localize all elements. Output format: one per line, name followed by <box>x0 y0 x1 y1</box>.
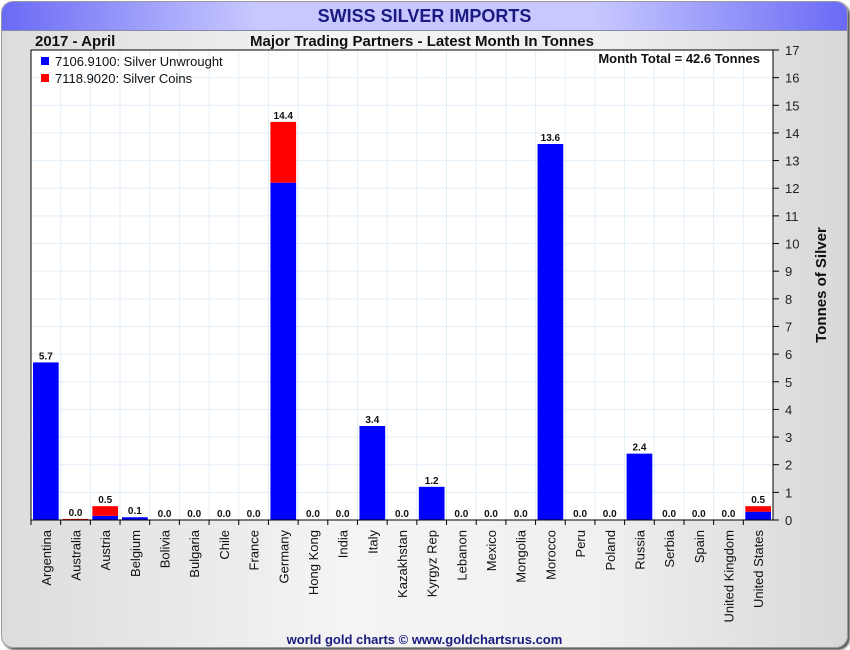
legend-swatch <box>41 74 49 82</box>
data-label: 0.0 <box>306 509 320 520</box>
x-tick-label: Spain <box>692 530 707 563</box>
x-tick-label: Hong Kong <box>306 530 321 595</box>
y-tick-label: 11 <box>785 209 799 224</box>
month-total-annotation: Month Total = 42.6 Tonnes <box>598 51 760 66</box>
data-label: 0.0 <box>217 509 231 520</box>
data-label: 0.0 <box>454 509 468 520</box>
data-label: 0.5 <box>751 495 765 506</box>
x-tick-label: Belgium <box>128 530 143 577</box>
x-tick-label: Mongolia <box>514 529 529 583</box>
y-tick-label: 7 <box>785 319 792 334</box>
data-label: 0.0 <box>662 509 676 520</box>
y-tick-label: 0 <box>785 513 792 528</box>
x-tick-label: Italy <box>365 530 380 554</box>
y-tick-label: 10 <box>785 237 799 252</box>
x-tick-label: Bulgaria <box>187 529 202 577</box>
y-tick-label: 13 <box>785 154 799 169</box>
y-tick-label: 16 <box>785 71 799 86</box>
bar-coins <box>745 506 771 512</box>
bar-unwrought <box>418 486 445 520</box>
x-tick-label: Kazakhstan <box>395 530 410 598</box>
y-tick-label: 2 <box>785 458 792 473</box>
data-label: 0.0 <box>603 509 617 520</box>
data-label: 0.0 <box>573 509 587 520</box>
bar-unwrought <box>537 144 564 520</box>
data-label: 2.4 <box>632 443 646 454</box>
bar-unwrought <box>626 453 653 520</box>
legend-entry: 7106.9100: Silver Unwrought <box>55 54 223 69</box>
data-label: 0.0 <box>514 509 528 520</box>
x-tick-label: Argentina <box>39 529 54 585</box>
x-tick-label: Bolivia <box>158 529 173 568</box>
bar-unwrought <box>33 362 59 520</box>
y-axis-title: Tonnes of Silver <box>813 227 830 343</box>
x-tick-label: Austria <box>98 529 113 570</box>
bar-coins <box>270 121 297 183</box>
x-tick-label: Morocco <box>543 530 558 580</box>
data-label: 0.0 <box>187 509 201 520</box>
data-label: 0.0 <box>69 508 83 519</box>
data-label: 0.5 <box>98 495 112 506</box>
x-tick-label: Chile <box>217 530 232 560</box>
x-tick-label: Poland <box>603 530 618 570</box>
y-tick-label: 5 <box>785 375 792 390</box>
data-label: 0.1 <box>128 506 142 517</box>
y-tick-label: 12 <box>785 181 799 196</box>
x-tick-label: Peru <box>573 530 588 557</box>
bar-unwrought <box>745 511 771 520</box>
y-tick-label: 6 <box>785 347 792 362</box>
data-label: 0.0 <box>722 509 736 520</box>
x-tick-label: United Kingdom <box>721 530 736 623</box>
data-label: 1.2 <box>425 476 439 487</box>
bar-coins <box>92 506 119 516</box>
y-tick-label: 4 <box>785 402 792 417</box>
data-label: 0.0 <box>395 509 409 520</box>
y-tick-label: 14 <box>785 126 799 141</box>
data-label: 0.0 <box>247 509 261 520</box>
x-tick-label: Mexico <box>484 530 499 571</box>
x-tick-label: France <box>247 530 262 570</box>
bar-chart: 5.7 Argentina 0.0 Australia 0.5 Austria 0.1 Bel… <box>30 43 830 623</box>
data-label: 5.7 <box>39 351 53 362</box>
y-tick-label: 17 <box>785 43 799 58</box>
x-tick-label: Lebanon <box>454 530 469 581</box>
data-label: 0.0 <box>692 509 706 520</box>
x-tick-label: Kyrgyz Rep <box>425 530 440 597</box>
y-tick-label: 15 <box>785 98 799 113</box>
bar-unwrought <box>92 515 119 520</box>
data-label: 3.4 <box>365 415 379 426</box>
x-tick-label: Serbia <box>662 529 677 567</box>
x-tick-label: Russia <box>632 529 647 570</box>
legend-swatch <box>41 57 49 65</box>
legend-entry: 7118.9020: Silver Coins <box>55 71 193 86</box>
y-tick-label: 3 <box>785 430 792 445</box>
data-label: 14.4 <box>274 111 294 122</box>
data-label: 13.6 <box>541 133 561 144</box>
bar-unwrought <box>270 182 297 521</box>
plot-area <box>31 50 773 520</box>
y-tick-label: 1 <box>785 485 792 500</box>
x-tick-label: India <box>336 529 351 558</box>
data-label: 0.0 <box>336 509 350 520</box>
data-label: 0.0 <box>158 509 172 520</box>
x-tick-label: Germany <box>276 530 291 584</box>
bar-unwrought <box>359 426 386 520</box>
y-tick-label: 8 <box>785 292 792 307</box>
x-tick-label: United States <box>751 530 766 609</box>
x-tick-label: Australia <box>69 529 84 580</box>
data-label: 0.0 <box>484 509 498 520</box>
y-tick-label: 9 <box>785 264 792 279</box>
